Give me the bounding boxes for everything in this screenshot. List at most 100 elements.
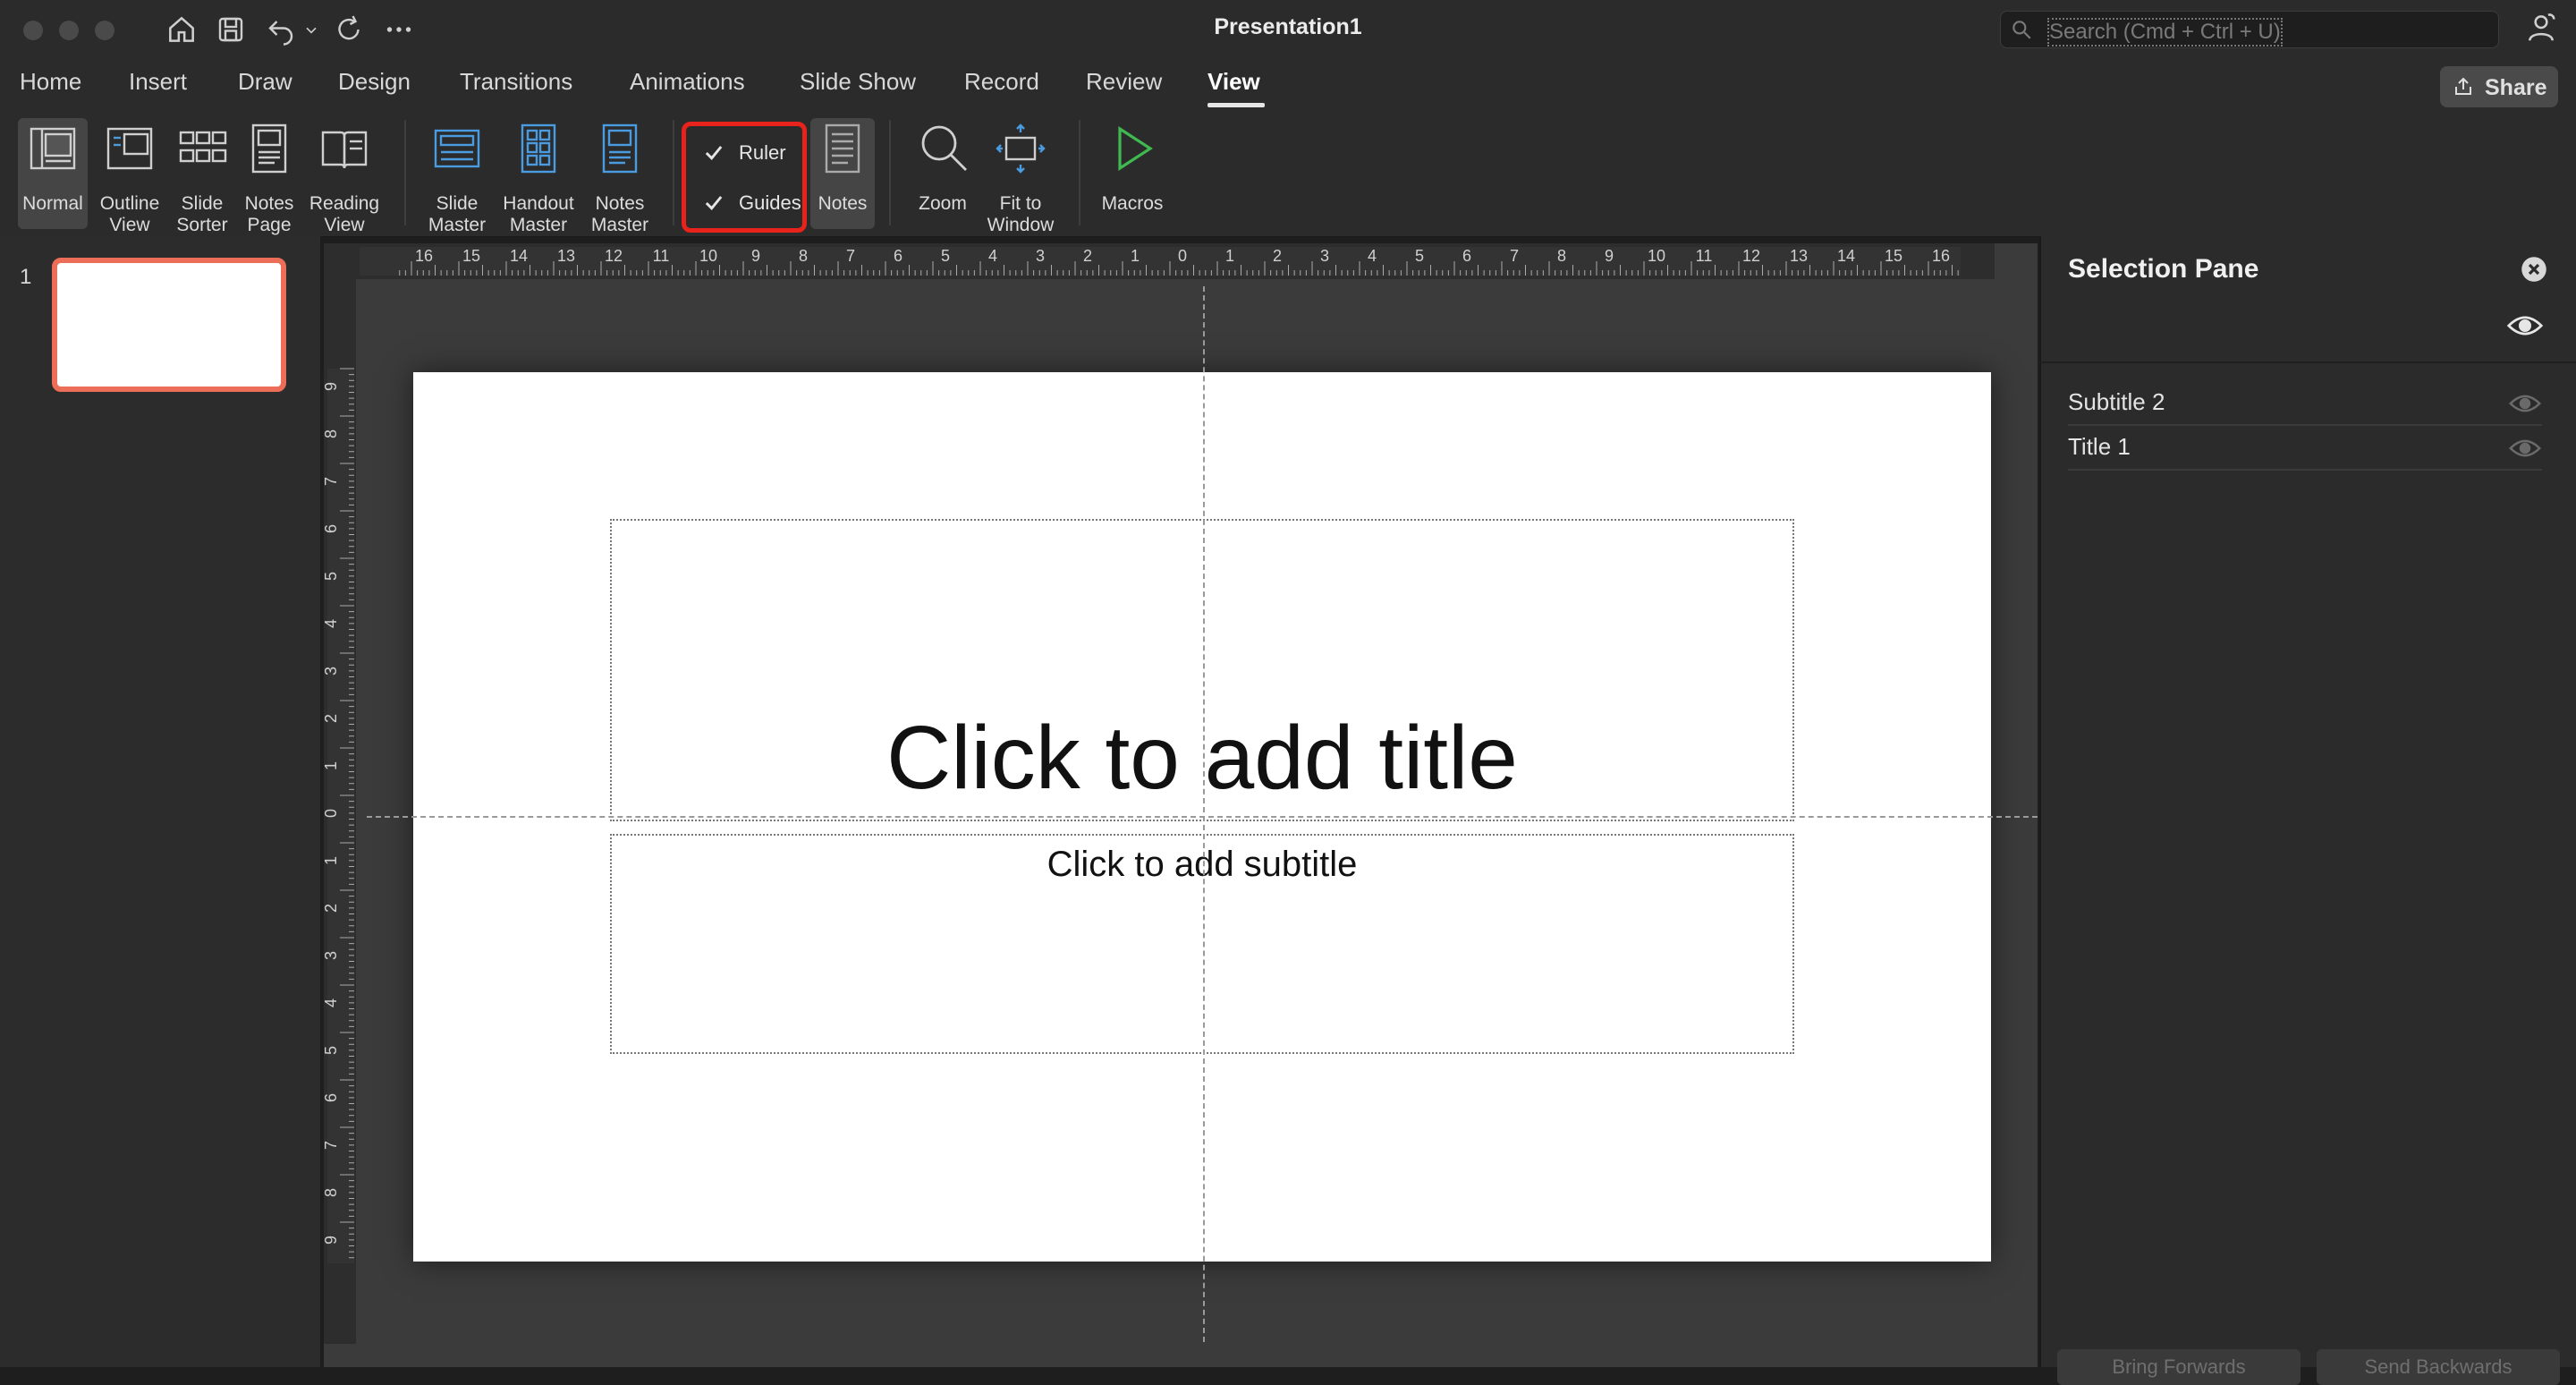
ruler-label: 2 [1083, 247, 1092, 265]
handout-master-button[interactable]: Handout Master [497, 118, 580, 235]
ruler-label: 7 [846, 247, 855, 265]
tab-slide-show[interactable]: Slide Show [800, 68, 916, 96]
home-icon[interactable] [165, 13, 199, 47]
ruler-label: 10 [699, 247, 717, 265]
vertical-guide[interactable] [1203, 286, 1205, 1342]
macros-button[interactable]: Macros [1093, 118, 1172, 229]
visibility-eye-icon[interactable] [2508, 390, 2542, 417]
ruler-label: 5 [1415, 247, 1424, 265]
collaborate-icon[interactable] [2524, 11, 2558, 45]
outline-view-button[interactable]: Outline View [95, 118, 165, 235]
title-placeholder[interactable]: Click to add title [610, 519, 1794, 821]
notes-master-label: Notes Master [590, 193, 649, 235]
ribbon-separator [673, 120, 674, 225]
fit-to-window-button[interactable]: Fit to Window [980, 118, 1061, 235]
fit-to-window-icon [996, 123, 1046, 174]
more-icon[interactable] [383, 13, 415, 47]
ruler-label: 15 [1885, 247, 1902, 265]
horizontal-guide[interactable] [367, 816, 2038, 818]
ribbon-tabs: Home Insert Draw Design Transitions Anim… [0, 59, 2576, 109]
notes-master-button[interactable]: Notes Master [581, 118, 658, 235]
selection-item-title-1[interactable]: Title 1 [2068, 426, 2542, 471]
search-box[interactable]: Search (Cmd + Ctrl + U) [2000, 11, 2499, 48]
ruler-label: 4 [1368, 247, 1377, 265]
slide-master-icon [434, 129, 480, 168]
slide-sorter-icon [179, 131, 227, 163]
ruler-label: 16 [1932, 247, 1950, 265]
minimize-window-button[interactable] [59, 21, 79, 40]
ruler-label: 2 [324, 714, 340, 723]
close-window-button[interactable] [23, 21, 43, 40]
notes-label: Notes [818, 193, 868, 214]
ruler-label: 13 [1790, 247, 1808, 265]
subtitle-placeholder-text: Click to add subtitle [1046, 845, 1358, 884]
ruler-label: 7 [1510, 247, 1519, 265]
zoom-icon [921, 125, 967, 171]
tab-transitions[interactable]: Transitions [460, 68, 572, 96]
tab-view[interactable]: View [1208, 68, 1260, 96]
visibility-eye-icon[interactable] [2508, 435, 2542, 462]
normal-view-label: Normal [22, 193, 83, 214]
horizontal-ruler[interactable]: 16 15 14 13 12 11 10 9 8 7 6 5 4 3 2 1 0 1 2 3 4 5 6 7 8 9 10 11 12 1… [324, 243, 1995, 279]
slide-sorter-button[interactable]: Slide Sorter [168, 118, 236, 235]
ruler-label: 11 [1696, 247, 1713, 265]
reading-view-button[interactable]: Reading View [304, 118, 385, 235]
notes-page-button[interactable]: Notes Page [238, 118, 301, 235]
undo-icon[interactable] [265, 13, 297, 47]
ruler-label: 5 [941, 247, 950, 265]
zoom-button[interactable]: Zoom [907, 118, 979, 229]
ruler-label: 15 [462, 247, 480, 265]
ruler-label: 6 [894, 247, 902, 265]
ruler-label: 11 [653, 247, 670, 265]
search-icon [2012, 21, 2031, 39]
reading-view-icon [321, 131, 368, 169]
tab-record[interactable]: Record [964, 68, 1039, 96]
tab-home[interactable]: Home [20, 68, 81, 96]
notes-icon [825, 123, 860, 174]
notes-button[interactable]: Notes [810, 118, 875, 229]
zoom-window-button[interactable] [95, 21, 114, 40]
selection-item-label: Title 1 [2068, 433, 2131, 460]
ruler-track [360, 247, 1961, 276]
slide-thumbnail[interactable] [52, 258, 286, 392]
ribbon-separator [404, 120, 406, 225]
ruler-label: 12 [1742, 247, 1760, 265]
redo-icon[interactable] [333, 13, 365, 47]
normal-view-button[interactable]: Normal [18, 118, 88, 229]
ribbon-separator [889, 120, 891, 225]
tab-review[interactable]: Review [1086, 68, 1162, 96]
bring-forwards-button[interactable]: Bring Forwards [2057, 1349, 2301, 1385]
selection-item-subtitle-2[interactable]: Subtitle 2 [2068, 381, 2542, 426]
ruler-label: 1 [1131, 247, 1140, 265]
fit-to-window-label: Fit to Window [987, 193, 1055, 235]
share-button[interactable]: Share [2440, 66, 2558, 107]
tab-design[interactable]: Design [338, 68, 411, 96]
vertical-ruler-scale: 9 8 7 6 5 4 3 2 1 0 1 2 3 4 5 6 7 8 9 [322, 368, 354, 1263]
ruler-label: 4 [324, 619, 340, 628]
ruler-label: 8 [324, 1188, 340, 1197]
subtitle-placeholder[interactable]: Click to add subtitle [610, 834, 1794, 1054]
vertical-ruler[interactable]: 9 8 7 6 5 4 3 2 1 0 1 2 3 4 5 6 7 8 9 [322, 279, 356, 1344]
share-icon [2455, 77, 2471, 95]
ruler-label: 6 [1462, 247, 1471, 265]
ruler-label: 0 [1178, 247, 1187, 265]
tab-animations[interactable]: Animations [630, 68, 745, 96]
ruler-label: 14 [510, 247, 528, 265]
ruler-label: 13 [557, 247, 575, 265]
notes-page-label: Notes Page [244, 193, 294, 235]
tab-insert[interactable]: Insert [129, 68, 187, 96]
ruler-label: 8 [1557, 247, 1566, 265]
show-all-eye-icon[interactable] [2506, 310, 2544, 342]
undo-dropdown-chevron-icon[interactable] [302, 13, 320, 47]
title-placeholder-text: Click to add title [886, 708, 1518, 808]
zoom-label: Zoom [919, 193, 967, 214]
normal-view-icon [30, 127, 76, 170]
send-backwards-button[interactable]: Send Backwards [2317, 1349, 2560, 1385]
close-pane-icon[interactable] [2521, 256, 2547, 283]
slide-master-button[interactable]: Slide Master [419, 118, 496, 235]
horizontal-ruler-scale: 16 15 14 13 12 11 10 9 8 7 6 5 4 3 2 1 0 1 2 3 4 5 6 7 8 9 10 11 12 1… [360, 247, 1961, 276]
tab-draw[interactable]: Draw [238, 68, 292, 96]
ruler-label: 1 [1225, 247, 1234, 265]
save-icon[interactable] [215, 13, 247, 47]
ruler-label: 2 [1273, 247, 1282, 265]
